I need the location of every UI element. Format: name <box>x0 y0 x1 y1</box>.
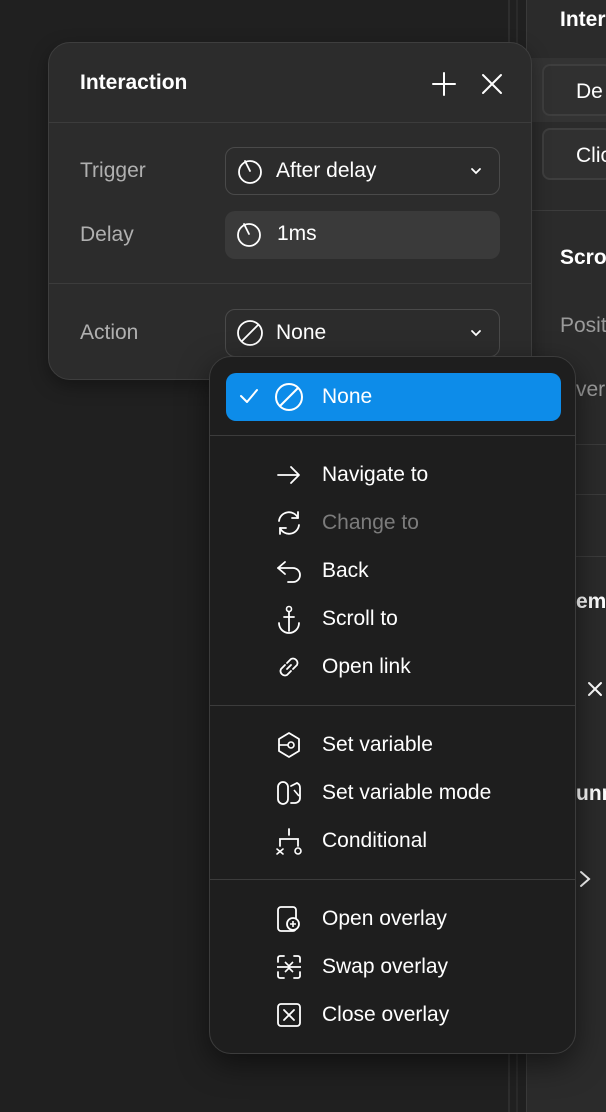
menu-item-label: Set variable <box>322 733 433 756</box>
menu-item-scroll-to[interactable]: Scroll to <box>226 595 561 643</box>
panel-dropdown-value: Clic <box>576 144 606 167</box>
remove-icon[interactable] <box>584 678 606 700</box>
popover-title: Interaction <box>80 71 188 94</box>
close-icon[interactable] <box>477 69 507 99</box>
action-value: None <box>276 321 327 344</box>
variable-mode-icon <box>274 778 304 808</box>
menu-item-label: Open link <box>322 655 411 678</box>
panel-dropdown-value: De <box>576 80 603 103</box>
none-icon <box>236 319 264 347</box>
conditional-icon <box>274 826 304 856</box>
chevron-down-icon <box>469 327 483 339</box>
menu-item-label: Back <box>322 559 369 582</box>
menu-item-label: Change to <box>322 511 419 534</box>
menu-item-open-overlay[interactable]: Open overlay <box>226 895 561 943</box>
none-icon <box>274 382 304 412</box>
menu-item-label: Conditional <box>322 829 428 852</box>
menu-divider <box>210 435 575 436</box>
action-select[interactable]: None <box>225 309 500 357</box>
menu-item-label: Open overlay <box>322 907 447 930</box>
chevron-down-icon <box>469 165 483 177</box>
trigger-value: After delay <box>276 159 377 182</box>
delay-input[interactable]: 1ms <box>225 211 500 259</box>
panel-section-title: Scro <box>560 246 606 269</box>
menu-item-navigate-to[interactable]: Navigate to <box>226 451 561 499</box>
menu-item-close-overlay[interactable]: Close overlay <box>226 991 561 1039</box>
menu-item-label: Swap overlay <box>322 955 449 978</box>
menu-divider <box>210 879 575 880</box>
timer-icon <box>235 220 263 248</box>
menu-divider <box>210 705 575 706</box>
checkmark-icon <box>238 385 260 407</box>
delay-value: 1ms <box>277 222 317 245</box>
close-overlay-icon <box>274 1000 304 1030</box>
anchor-icon <box>274 604 304 634</box>
menu-item-label: Set variable mode <box>322 781 492 804</box>
arrow-right-icon <box>274 460 304 490</box>
back-arrow-icon <box>274 556 304 586</box>
panel-divider <box>526 210 606 211</box>
menu-item-open-link[interactable]: Open link <box>226 643 561 691</box>
menu-item-label: Scroll to <box>322 607 398 630</box>
timer-icon <box>236 157 264 185</box>
panel-section-title: em <box>576 590 606 613</box>
menu-item-conditional[interactable]: Conditional <box>226 817 561 865</box>
chevron-right-icon[interactable] <box>576 868 594 890</box>
trigger-label: Trigger <box>80 159 146 182</box>
refresh-icon <box>274 508 304 538</box>
panel-field-label: Posit <box>560 314 606 337</box>
swap-overlay-icon <box>274 952 304 982</box>
menu-item-swap-overlay[interactable]: Swap overlay <box>226 943 561 991</box>
popover-divider <box>49 122 531 123</box>
panel-field-label: ver <box>576 378 606 401</box>
menu-item-label: Close overlay <box>322 1003 450 1026</box>
open-overlay-icon <box>274 904 304 934</box>
link-icon <box>274 652 304 682</box>
add-icon[interactable] <box>429 69 459 99</box>
panel-section-title: Inter <box>560 8 606 31</box>
panel-section-title: unn <box>576 782 606 805</box>
trigger-select[interactable]: After delay <box>225 147 500 195</box>
action-label: Action <box>80 321 139 344</box>
menu-item-change-to: Change to <box>226 499 561 547</box>
menu-item-set-variable-mode[interactable]: Set variable mode <box>226 769 561 817</box>
menu-item-back[interactable]: Back <box>226 547 561 595</box>
set-variable-icon <box>274 730 304 760</box>
menu-item-set-variable[interactable]: Set variable <box>226 721 561 769</box>
interaction-popover: Interaction Trigger After delay Delay 1m… <box>48 42 532 380</box>
menu-item-label: Navigate to <box>322 463 429 486</box>
delay-label: Delay <box>80 223 134 246</box>
action-dropdown-menu: None Navigate to Change to Back Scroll t… <box>209 356 576 1054</box>
menu-item-label: None <box>322 385 373 408</box>
menu-item-none[interactable]: None <box>226 373 561 421</box>
popover-divider <box>49 283 531 284</box>
